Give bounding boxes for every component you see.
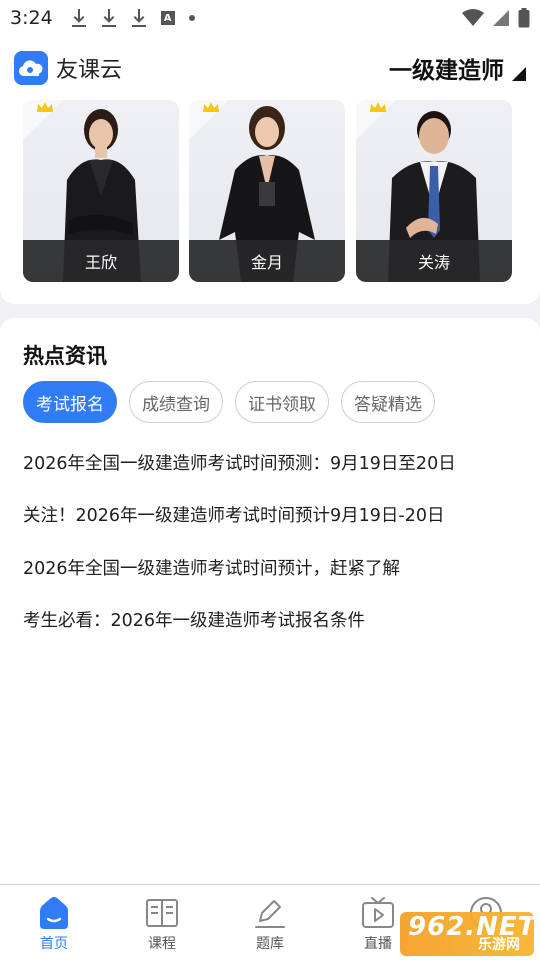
hot-news-section: 热点资讯 考试报名 成绩查询 证书领取 答疑精选 2026年全国一级建造师考试时… xyxy=(0,318,540,884)
course-icon xyxy=(146,899,178,927)
news-list: 2026年全国一级建造师考试时间预测：9月19日至20日 关注！2026年一级建… xyxy=(23,436,523,646)
news-item[interactable]: 2026年全国一级建造师考试时间预计，赶紧了解 xyxy=(23,541,523,594)
tab-certificate[interactable]: 证书领取 xyxy=(235,381,329,423)
more-notifications-dot xyxy=(188,15,195,21)
download-icon xyxy=(71,9,86,27)
app-header: 友课云 一级建造师 xyxy=(0,36,540,100)
tab-question-bank[interactable]: 题库 xyxy=(216,885,324,960)
pencil-icon xyxy=(255,900,285,928)
watermark-subtext: 乐游网 xyxy=(478,937,520,953)
news-item[interactable]: 2026年全国一级建造师考试时间预测：9月19日至20日 xyxy=(23,436,523,489)
teachers-section: 王欣 金月 关涛 xyxy=(0,100,540,304)
download-icon xyxy=(131,9,146,27)
tab-label: 课程 xyxy=(148,936,176,952)
news-item[interactable]: 关注！2026年一级建造师考试时间预计9月19日-20日 xyxy=(23,489,523,542)
a-notification-icon: A xyxy=(160,11,175,25)
brand-name: 友课云 xyxy=(56,58,123,83)
download-icon xyxy=(101,9,116,27)
teacher-card[interactable]: 金月 xyxy=(189,100,345,282)
status-time: 3:24 xyxy=(10,7,53,29)
section-title: 热点资讯 xyxy=(23,344,107,368)
teacher-card[interactable]: 王欣 xyxy=(23,100,179,282)
crown-icon xyxy=(37,102,53,112)
battery-icon xyxy=(518,8,530,28)
news-item[interactable]: 考生必看：2026年一级建造师考试报名条件 xyxy=(23,594,523,647)
tab-qa-selection[interactable]: 答疑精选 xyxy=(341,381,435,423)
tab-label: 直播 xyxy=(364,936,392,952)
exam-type-label: 一级建造师 xyxy=(389,58,504,84)
teacher-name: 王欣 xyxy=(23,240,179,282)
app-logo xyxy=(14,51,48,85)
signal-icon xyxy=(493,10,509,26)
exam-type-selector[interactable]: 一级建造师 xyxy=(389,51,526,85)
teacher-card[interactable]: 关涛 xyxy=(356,100,512,282)
cloud-logo-icon xyxy=(18,60,43,76)
crown-icon xyxy=(203,102,219,112)
tab-score-query[interactable]: 成绩查询 xyxy=(129,381,223,423)
home-icon xyxy=(40,897,68,929)
site-watermark: 962.NET 乐游网 xyxy=(400,912,535,956)
tab-course[interactable]: 课程 xyxy=(108,885,216,960)
dropdown-corner-icon xyxy=(512,67,526,81)
status-bar: 3:24 A xyxy=(0,0,540,36)
wifi-icon xyxy=(462,9,484,26)
teacher-name: 关涛 xyxy=(356,240,512,282)
status-notifications: A xyxy=(71,8,195,28)
crown-icon xyxy=(370,102,386,112)
tab-label: 题库 xyxy=(256,936,284,952)
teacher-name: 金月 xyxy=(189,240,345,282)
tab-exam-registration[interactable]: 考试报名 xyxy=(23,381,117,423)
tab-label: 首页 xyxy=(40,936,68,952)
tab-home[interactable]: 首页 xyxy=(0,885,108,960)
news-tabs: 考试报名 成绩查询 证书领取 答疑精选 xyxy=(23,381,435,423)
tv-play-icon xyxy=(362,897,394,928)
